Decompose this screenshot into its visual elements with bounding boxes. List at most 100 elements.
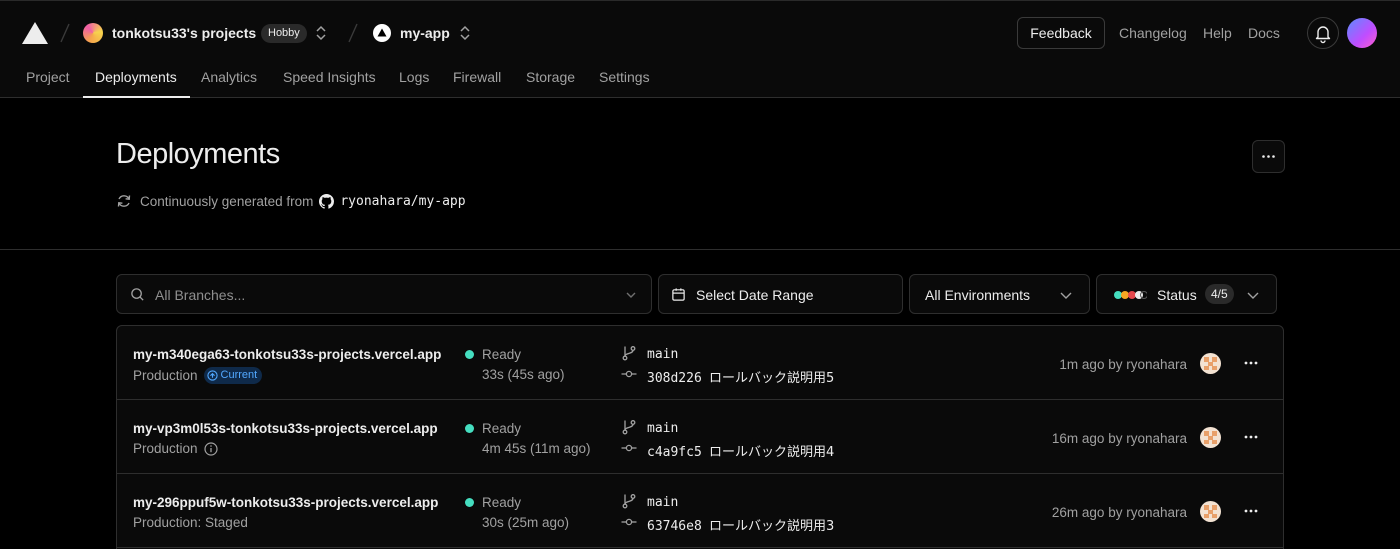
chevron-down-icon (1060, 292, 1072, 299)
deployment-row[interactable]: my-296ppuf5w-tonkotsu33s-projects.vercel… (117, 474, 1283, 548)
tab-firewall[interactable]: Firewall (453, 69, 501, 85)
top-navigation: tonkotsu33's projects Hobby my-app Feedb… (0, 0, 1400, 98)
feedback-button[interactable]: Feedback (1017, 17, 1105, 49)
refresh-icon (117, 195, 131, 207)
project-icon[interactable] (373, 24, 391, 42)
date-range-filter[interactable]: Select Date Range (658, 274, 903, 314)
tab-speed-insights[interactable]: Speed Insights (283, 69, 376, 85)
tab-storage[interactable]: Storage (526, 69, 575, 85)
status-colors-icon (1114, 291, 1147, 299)
deployment-status: Ready (482, 347, 522, 362)
commit-message: ロールバック説明用3 (709, 519, 835, 534)
current-badge: Current (203, 367, 263, 384)
chevron-down-icon (1247, 292, 1259, 299)
tab-project[interactable]: Project (26, 69, 70, 85)
project-name[interactable]: my-app (400, 25, 450, 41)
deployment-commit[interactable]: c4a9fc5 ロールバック説明用4 (647, 441, 834, 460)
deployment-branch[interactable]: main (647, 421, 678, 436)
deployments-list: my-m340ega63-tonkotsu33s-projects.vercel… (116, 325, 1284, 549)
commit-message: ロールバック説明用5 (709, 371, 835, 386)
source-info: Continuously generated from ryonahara/my… (116, 193, 466, 209)
bell-icon (1315, 26, 1331, 44)
branch-search-input[interactable]: All Branches... (155, 287, 245, 303)
commit-hash: c4a9fc5 (647, 445, 702, 460)
status-label: Status (1157, 287, 1197, 303)
environment-label: All Environments (925, 287, 1031, 303)
docs-link[interactable]: Docs (1248, 25, 1280, 41)
vercel-logo-icon[interactable] (22, 22, 48, 44)
tab-logs[interactable]: Logs (399, 69, 429, 85)
chevron-down-icon (626, 292, 636, 298)
git-commit-icon (621, 444, 637, 452)
row-more-icon[interactable] (1239, 352, 1263, 374)
tab-analytics[interactable]: Analytics (201, 69, 257, 85)
page-more-button[interactable] (1252, 140, 1285, 173)
git-branch-icon (622, 420, 636, 435)
user-avatar[interactable] (1347, 18, 1377, 48)
git-commit-icon (621, 518, 637, 526)
environment-name: Production (133, 368, 198, 383)
deployment-row[interactable]: my-m340ega63-tonkotsu33s-projects.vercel… (117, 326, 1283, 400)
deployment-time-author: 16m ago by ryonahara (1051, 431, 1187, 446)
plan-badge: Hobby (261, 24, 307, 43)
info-icon[interactable] (203, 441, 218, 456)
commit-hash: 308d226 (647, 371, 702, 386)
deployment-url[interactable]: my-m340ega63-tonkotsu33s-projects.vercel… (133, 347, 449, 362)
author-avatar[interactable] (1200, 501, 1221, 522)
status-count-badge: 4/5 (1205, 284, 1234, 304)
commit-message: ロールバック説明用4 (709, 445, 835, 460)
help-link[interactable]: Help (1203, 25, 1232, 41)
deployment-duration: 33s (45s ago) (482, 367, 565, 382)
search-icon (131, 288, 144, 301)
changelog-link[interactable]: Changelog (1119, 25, 1187, 41)
team-switcher-chevron-icon[interactable] (315, 24, 327, 42)
team-name[interactable]: tonkotsu33's projects (112, 25, 256, 41)
row-more-icon[interactable] (1239, 500, 1263, 522)
current-badge-label: Current (220, 369, 258, 381)
notifications-button[interactable] (1307, 17, 1339, 49)
author-avatar[interactable] (1200, 427, 1221, 448)
commit-hash: 63746e8 (647, 519, 702, 534)
ready-status-dot (465, 498, 474, 507)
arrow-up-circle-icon (206, 370, 218, 381)
git-branch-icon (622, 494, 636, 509)
ready-status-dot (465, 350, 474, 359)
ready-status-dot (465, 424, 474, 433)
environment-name: Production: Staged (133, 515, 248, 530)
calendar-icon (672, 288, 685, 301)
deployment-duration: 30s (25m ago) (482, 515, 570, 530)
deployment-branch[interactable]: main (647, 495, 678, 510)
deployment-status: Ready (482, 495, 522, 510)
github-icon (319, 193, 335, 209)
author-avatar[interactable] (1200, 353, 1221, 374)
status-filter[interactable]: Status 4/5 (1096, 274, 1277, 314)
deployment-time-author: 26m ago by ryonahara (1051, 505, 1187, 520)
date-range-label: Select Date Range (696, 287, 814, 303)
deployment-commit[interactable]: 63746e8 ロールバック説明用3 (647, 515, 834, 534)
source-prefix: Continuously generated from (140, 193, 314, 209)
tab-deployments[interactable]: Deployments (95, 69, 177, 85)
deployment-commit[interactable]: 308d226 ロールバック説明用5 (647, 367, 834, 386)
project-switcher-chevron-icon[interactable] (459, 24, 471, 42)
repo-link[interactable]: ryonahara/my-app (340, 194, 465, 209)
more-horizontal-icon (1262, 155, 1275, 158)
deployment-row[interactable]: my-vp3m0l53s-tonkotsu33s-projects.vercel… (117, 400, 1283, 474)
slash-separator-icon (348, 23, 358, 43)
slash-separator-icon (60, 23, 70, 43)
deployment-branch[interactable]: main (647, 347, 678, 362)
deployment-status: Ready (482, 421, 522, 436)
deployment-duration: 4m 45s (11m ago) (482, 441, 591, 456)
deployment-url[interactable]: my-296ppuf5w-tonkotsu33s-projects.vercel… (133, 495, 449, 510)
environment-filter[interactable]: All Environments (909, 274, 1090, 314)
row-more-icon[interactable] (1239, 426, 1263, 448)
branch-filter[interactable]: All Branches... (116, 274, 652, 314)
tab-settings[interactable]: Settings (599, 69, 650, 85)
deployment-environment: Production: Staged (133, 515, 248, 530)
team-avatar[interactable] (83, 23, 103, 43)
deployment-url[interactable]: my-vp3m0l53s-tonkotsu33s-projects.vercel… (133, 421, 449, 436)
page-header: Deployments Continuously generated from … (0, 98, 1400, 250)
deployment-environment: Production Current (133, 367, 263, 384)
git-branch-icon (622, 346, 636, 361)
environment-name: Production (133, 441, 198, 456)
git-commit-icon (621, 370, 637, 378)
